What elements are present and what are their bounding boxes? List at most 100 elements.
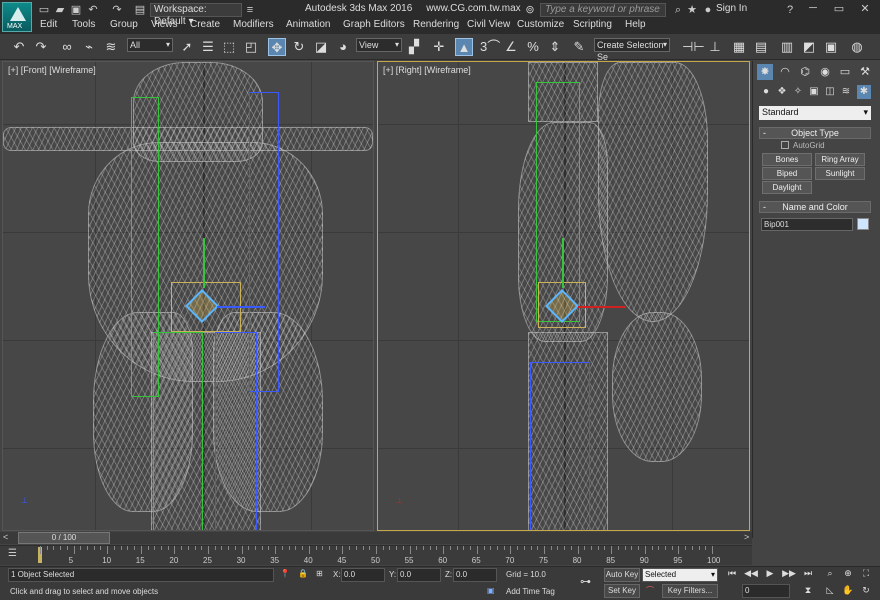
motion-tab-icon[interactable]: ◉: [817, 64, 833, 80]
menu-create[interactable]: Create: [190, 19, 220, 30]
mini-curve-editor-icon[interactable]: ☰: [8, 548, 17, 559]
search-icon[interactable]: ⌕: [672, 4, 684, 16]
window-crossing-icon[interactable]: ◰: [242, 38, 260, 56]
mirror-icon[interactable]: ⊣⊢: [682, 38, 705, 56]
systems-icon[interactable]: ✱: [857, 85, 871, 99]
user-icon[interactable]: ●: [702, 4, 714, 16]
zoom-icon[interactable]: ⌕: [822, 566, 838, 580]
open-folder-icon[interactable]: ▰: [54, 4, 66, 16]
edit-named-selection-icon[interactable]: ✎: [570, 38, 588, 56]
z-coordinate-input[interactable]: 0.0: [453, 568, 497, 582]
search-input[interactable]: Type a keyword or phrase: [540, 3, 666, 17]
zoom-all-icon[interactable]: ⊕: [840, 566, 856, 580]
key-filters-button[interactable]: Key Filters...: [662, 584, 718, 598]
object-name-input[interactable]: Bip001: [761, 218, 853, 231]
redo-icon[interactable]: ↷: [32, 38, 50, 56]
snaps-toggle-icon[interactable]: 3⌒: [480, 38, 500, 56]
pan-icon[interactable]: ✋: [840, 583, 856, 597]
select-and-move-icon[interactable]: ✥: [268, 38, 286, 56]
menu-civil-view[interactable]: Civil View: [467, 19, 510, 30]
selection-lock-icon[interactable]: 🔒: [298, 569, 308, 578]
menu-modifiers[interactable]: Modifiers: [233, 19, 274, 30]
absolute-mode-icon[interactable]: ⊞: [316, 569, 323, 578]
quick-access-menu-icon[interactable]: ≡: [244, 4, 256, 16]
favorites-star-icon[interactable]: ★: [686, 4, 698, 16]
minimize-icon[interactable]: ─: [804, 2, 822, 16]
bones-button[interactable]: Bones: [762, 153, 812, 166]
right-viewport[interactable]: ⊥ [+] [Right] [Wireframe]: [377, 61, 750, 531]
workspace-dropdown[interactable]: Workspace: Default ▾: [150, 3, 242, 27]
current-frame-input[interactable]: 0: [742, 584, 790, 598]
x-coordinate-input[interactable]: 0.0: [341, 568, 385, 582]
sunlight-button[interactable]: Sunlight: [815, 167, 865, 180]
menu-tools[interactable]: Tools: [72, 19, 95, 30]
modify-tab-icon[interactable]: ◠: [777, 64, 793, 80]
app-logo-button[interactable]: MAX: [2, 2, 32, 32]
gizmo-x-axis[interactable]: [217, 306, 265, 308]
link-icon[interactable]: ∞: [58, 38, 76, 56]
named-selection-set-dropdown[interactable]: Create Selection Se ▾: [594, 38, 670, 62]
maximize-icon[interactable]: ▭: [830, 2, 848, 16]
place-icon[interactable]: ◕: [334, 38, 352, 56]
next-frame-icon[interactable]: ▶▶: [781, 566, 797, 580]
new-file-icon[interactable]: ▭: [38, 4, 50, 16]
ring-array-button[interactable]: Ring Array: [815, 153, 865, 166]
undo-icon[interactable]: ↶: [10, 38, 28, 56]
bind-space-warp-icon[interactable]: ≋: [102, 38, 120, 56]
go-to-end-icon[interactable]: ⏭: [800, 566, 816, 580]
material-editor-icon[interactable]: ◍: [848, 38, 866, 56]
layer-manager-icon[interactable]: ▤: [752, 38, 770, 56]
graphite-ribbon-icon[interactable]: ▥: [778, 38, 796, 56]
gizmo-y-axis[interactable]: [203, 238, 205, 288]
rectangular-selection-icon[interactable]: ⬚: [220, 38, 238, 56]
undo-icon[interactable]: ↶: [87, 4, 99, 16]
curve-editor-icon[interactable]: ◩: [800, 38, 818, 56]
reference-coordinate-dropdown[interactable]: View ▾: [356, 38, 402, 52]
previous-frame-icon[interactable]: ◀◀: [743, 566, 759, 580]
save-icon[interactable]: ▣: [70, 4, 82, 16]
menu-animation[interactable]: Animation: [286, 19, 330, 30]
object-type-rollout[interactable]: - Object Type: [759, 127, 871, 139]
menu-customize[interactable]: Customize: [517, 19, 564, 30]
lights-icon[interactable]: ✧: [791, 85, 805, 99]
select-and-scale-icon[interactable]: ◪: [312, 38, 330, 56]
autogrid-checkbox[interactable]: AutoGrid: [781, 141, 825, 150]
angle-snap-icon[interactable]: ∠: [502, 38, 520, 56]
zoom-extents-icon[interactable]: ⛶: [858, 566, 874, 580]
pivot-center-icon[interactable]: ▞: [405, 38, 423, 56]
time-tag-icon[interactable]: ▣: [487, 586, 495, 595]
utilities-tab-icon[interactable]: ⚒: [857, 64, 873, 80]
menu-rendering[interactable]: Rendering: [413, 19, 459, 30]
front-viewport[interactable]: ⊥ [+] [Front] [Wireframe]: [2, 61, 374, 531]
menu-group[interactable]: Group: [110, 19, 138, 30]
binoculars-icon[interactable]: ⊚: [524, 4, 536, 16]
create-tab-icon[interactable]: ✸: [757, 64, 773, 80]
selection-filter-dropdown[interactable]: All ▾: [127, 38, 173, 52]
track-bar[interactable]: ☰ 5 10 15 20 25 30 35 40 45 50 55 60 65 70 75 80 85 90 95 1…: [0, 545, 752, 565]
key-mode-dropdown[interactable]: Selected ▾: [642, 568, 718, 582]
menu-edit[interactable]: Edit: [40, 19, 57, 30]
display-tab-icon[interactable]: ▭: [837, 64, 853, 80]
orbit-icon[interactable]: ↻: [858, 583, 874, 597]
set-key-button[interactable]: Set Key: [604, 584, 640, 598]
time-slider[interactable]: < 0 / 100 >: [0, 532, 752, 544]
geometry-icon[interactable]: ●: [759, 85, 773, 99]
helpers-icon[interactable]: ◫: [823, 85, 837, 99]
sign-in-link[interactable]: Sign In: [716, 3, 747, 14]
align-icon[interactable]: ⊥: [706, 38, 724, 56]
name-and-color-rollout[interactable]: - Name and Color: [759, 201, 871, 213]
time-configuration-icon[interactable]: ⧗: [800, 583, 816, 597]
front-viewport-label[interactable]: [+] [Front] [Wireframe]: [8, 65, 96, 75]
schematic-view-icon[interactable]: ▣: [822, 38, 840, 56]
select-and-rotate-icon[interactable]: ↻: [290, 38, 308, 56]
isolate-selection-icon[interactable]: 📍: [280, 569, 290, 578]
menu-scripting[interactable]: Scripting: [573, 19, 612, 30]
help-icon[interactable]: ?: [784, 4, 796, 16]
go-to-start-icon[interactable]: ⏮: [724, 566, 740, 580]
menu-views[interactable]: Views: [151, 19, 178, 30]
gizmo-z-axis-side[interactable]: [578, 306, 626, 308]
slider-next-icon[interactable]: >: [744, 532, 749, 542]
biped-button[interactable]: Biped: [762, 167, 812, 180]
select-object-icon[interactable]: ➚: [178, 38, 196, 56]
cameras-icon[interactable]: ▣: [807, 85, 821, 99]
